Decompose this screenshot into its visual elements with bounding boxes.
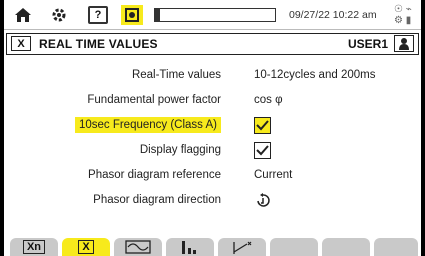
setting-label: Real-Time values (131, 69, 221, 81)
softkey-empty[interactable] (270, 238, 318, 256)
bar-chart-icon (180, 240, 200, 256)
setting-label: Phasor diagram reference (88, 169, 221, 181)
camera-icon[interactable] (121, 5, 143, 25)
softkey-x[interactable]: X (62, 238, 110, 256)
help-label: ? (94, 9, 102, 21)
frequency-checkbox[interactable] (254, 117, 271, 134)
softkey-bar: Xn X (4, 236, 421, 256)
screen: ? 09/27/22 10:22 am ☉ ⌁ ⚙ ▮ X REAL TIME … (4, 0, 421, 256)
phasor-icon (231, 240, 253, 256)
setting-label: Phasor diagram direction (93, 194, 221, 206)
settings-icon[interactable] (48, 5, 70, 25)
setting-label: 10sec Frequency (Class A) (74, 117, 221, 133)
rotation-direction-icon[interactable] (256, 193, 270, 211)
datetime: 09/27/22 10:22 am (289, 9, 377, 21)
title-bar: X REAL TIME VALUES USER1 (6, 33, 419, 55)
progress-fill (155, 9, 160, 21)
setting-row-phasor-direction[interactable]: Phasor diagram direction (4, 190, 421, 212)
softkey-xn[interactable]: Xn (10, 238, 58, 256)
home-icon[interactable] (12, 5, 34, 25)
user-icon[interactable] (394, 35, 414, 52)
memory-progress-bar (154, 8, 276, 22)
softkey-phasor[interactable] (218, 238, 266, 256)
display-flagging-checkbox[interactable] (254, 142, 271, 159)
page-title: REAL TIME VALUES (39, 37, 158, 51)
setting-row-display-flagging[interactable]: Display flagging (4, 140, 421, 162)
setting-value[interactable]: cos φ (254, 94, 283, 106)
user-label: USER1 (347, 37, 388, 51)
setting-value[interactable]: 10-12cycles and 200ms (254, 69, 375, 81)
status-tray-icons: ☉ ⌁ ⚙ ▮ (394, 4, 412, 26)
setting-label: Fundamental power factor (87, 94, 221, 106)
waveform-icon (125, 240, 151, 256)
setting-row-real-time-values[interactable]: Real-Time values 10-12cycles and 200ms (4, 65, 421, 87)
status-bar: ? 09/27/22 10:22 am ☉ ⌁ ⚙ ▮ (4, 0, 421, 30)
setting-row-10sec-frequency[interactable]: 10sec Frequency (Class A) (4, 115, 421, 137)
setting-value[interactable]: Current (254, 169, 292, 181)
real-time-values-icon: X (11, 36, 31, 51)
softkey-waveform[interactable] (114, 238, 162, 256)
softkey-label: Xn (22, 240, 46, 254)
softkey-bar-chart[interactable] (166, 238, 214, 256)
setting-row-fundamental-power-factor[interactable]: Fundamental power factor cos φ (4, 90, 421, 112)
setting-row-phasor-reference[interactable]: Phasor diagram reference Current (4, 165, 421, 187)
help-icon[interactable]: ? (88, 6, 108, 24)
softkey-empty[interactable] (322, 238, 370, 256)
setting-label: Display flagging (139, 144, 221, 156)
softkey-empty[interactable] (374, 238, 418, 256)
softkey-label: X (78, 240, 94, 254)
